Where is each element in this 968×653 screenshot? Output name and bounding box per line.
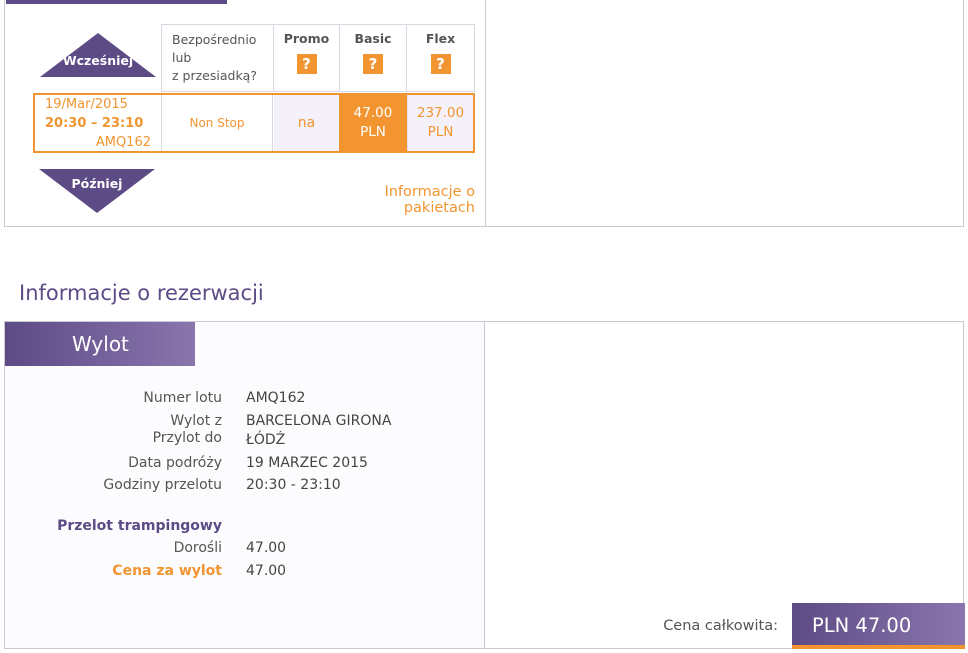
from-value: BARCELONA GIRONA (246, 413, 392, 429)
promo-header-label: Promo (283, 31, 330, 46)
panel-tab-strip (6, 0, 227, 4)
hours-label: Godziny przelotu (103, 477, 222, 493)
departure-tab: Wylot (5, 322, 195, 366)
date-value: 19 MARZEC 2015 (246, 455, 368, 471)
to-label: Przylot do (152, 430, 222, 446)
booking-right-area (485, 322, 963, 648)
flex-currency: PLN (427, 124, 454, 140)
flight-number-label: Numer lotu (143, 390, 222, 406)
adults-value: 47.00 (246, 540, 287, 556)
stops-cell: Non Stop (161, 95, 273, 151)
basic-price: 47.00 (353, 105, 393, 121)
from-label: Wylot z (170, 413, 222, 429)
flight-date: 19/Mar/2015 (45, 97, 128, 112)
promo-header: Promo ? (273, 24, 340, 92)
total-price-label: Cena całkowita: (663, 618, 778, 634)
basic-currency: PLN (360, 124, 386, 140)
promo-price-cell: na (274, 95, 339, 151)
flight-number: AMQ162 (95, 135, 151, 150)
to-value: ŁÓDŹ (246, 432, 286, 448)
direct-header-line-1: Bezpośrednio (172, 32, 257, 47)
basic-header: Basic ? (339, 24, 407, 92)
flex-header: Flex ? (406, 24, 475, 92)
later-button[interactable]: Później (39, 176, 155, 191)
direct-or-connection-header: Bezpośrednio lub z przesiadką? (161, 24, 274, 92)
flight-price-label: Cena za wylot (112, 563, 222, 579)
flex-header-label: Flex (425, 31, 456, 46)
direct-header-line-2: lub (172, 50, 192, 65)
panel-divider (485, 0, 486, 227)
flight-info-cell: 19/Mar/2015 20:30 – 23:10 AMQ162 (35, 95, 161, 151)
package-info-link[interactable]: Informacje o pakietach (310, 184, 475, 216)
basic-header-label: Basic (354, 31, 392, 46)
flex-help-icon[interactable]: ? (430, 54, 451, 74)
earlier-button[interactable]: Wcześniej (40, 53, 156, 68)
flex-price-cell[interactable]: 237.00 PLN (407, 95, 473, 151)
flight-number-value: AMQ162 (246, 390, 306, 406)
booking-section-title: Informacje o rezerwacji (19, 281, 264, 305)
flex-price: 237.00 (416, 105, 465, 121)
basic-help-icon[interactable]: ? (363, 54, 383, 74)
flight-price-value: 47.00 (246, 563, 287, 579)
adults-label: Dorośli (173, 540, 222, 556)
basic-price-cell[interactable]: 47.00 PLN (339, 95, 407, 151)
flight-time: 20:30 – 23:10 (45, 116, 144, 131)
total-price-value: PLN 47.00 (792, 603, 965, 649)
fare-type-label: Przelot trampingowy (57, 518, 222, 534)
date-label: Data podróży (128, 455, 222, 471)
promo-help-icon[interactable]: ? (296, 54, 317, 74)
booking-divider (484, 321, 485, 649)
hours-value: 20:30 - 23:10 (246, 477, 341, 493)
direct-header-line-3: z przesiadką? (172, 68, 257, 83)
